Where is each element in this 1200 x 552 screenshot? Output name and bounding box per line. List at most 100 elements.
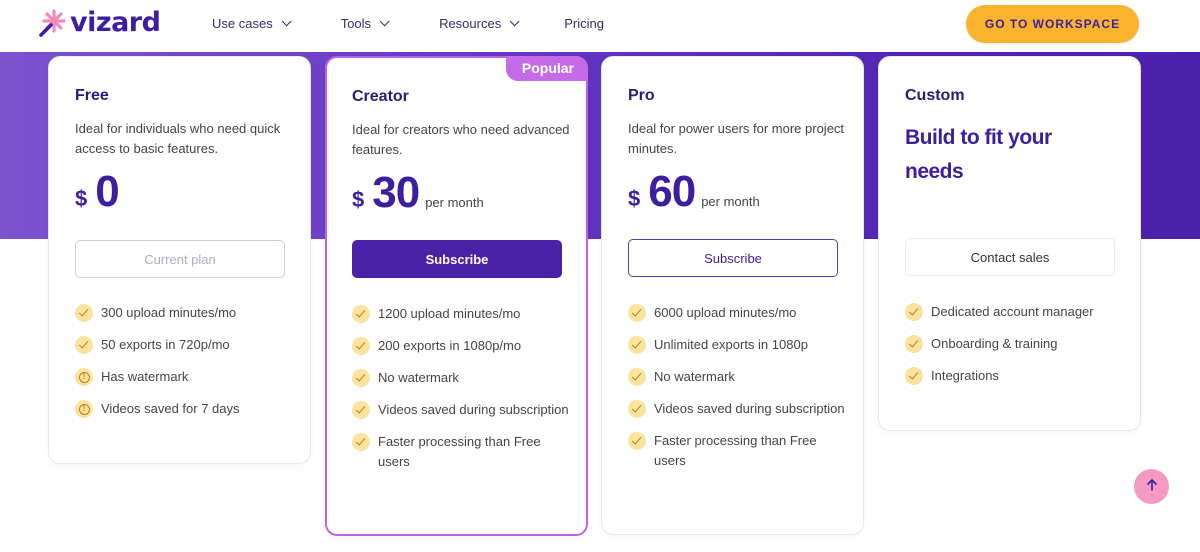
feature-item: Videos saved during subscription <box>628 399 848 419</box>
plan-card-free: Free Ideal for individuals who need quic… <box>48 56 311 464</box>
feature-item: 50 exports in 720p/mo <box>75 335 295 355</box>
plan-card-creator: Popular Creator Ideal for creators who n… <box>325 56 588 536</box>
feature-item: 200 exports in 1080p/mo <box>352 336 572 356</box>
feature-text: Videos saved during subscription <box>654 401 845 416</box>
check-icon <box>905 335 923 353</box>
plan-price: $ 60 per month <box>628 167 760 217</box>
feature-text: Faster processing than Free users <box>654 433 817 468</box>
check-icon <box>905 303 923 321</box>
feature-item: No watermark <box>352 368 572 388</box>
nav-label: Tools <box>340 16 372 31</box>
feature-text: Faster processing than Free users <box>378 434 541 469</box>
plan-description: Ideal for power users for more project m… <box>628 121 845 156</box>
feature-item: Has watermark <box>75 367 295 387</box>
nav-tools[interactable]: Tools <box>340 16 390 31</box>
check-icon <box>352 433 370 451</box>
plan-name: Pro <box>628 87 655 104</box>
feature-text: No watermark <box>378 370 459 385</box>
feature-item: 300 upload minutes/mo <box>75 303 295 323</box>
feature-item: Onboarding & training <box>905 334 1125 354</box>
feature-text: Has watermark <box>101 369 189 384</box>
price-amount: 0 <box>95 167 120 216</box>
scroll-to-top-button[interactable] <box>1134 469 1169 504</box>
nav-label: Pricing <box>564 16 604 31</box>
contact-sales-button[interactable]: Contact sales <box>905 238 1115 276</box>
feature-text: Dedicated account manager <box>931 304 1094 319</box>
feature-text: No watermark <box>654 369 735 384</box>
plan-name: Free <box>75 87 109 104</box>
check-icon <box>628 368 646 386</box>
plan-description: Ideal for individuals who need quick acc… <box>75 121 281 156</box>
feature-item: 1200 upload minutes/mo <box>352 304 572 324</box>
feature-text: 200 exports in 1080p/mo <box>378 338 522 353</box>
price-amount: 30 <box>372 168 420 217</box>
price-period: per month <box>425 195 484 210</box>
feature-item: Unlimited exports in 1080p <box>628 335 848 355</box>
feature-list: 300 upload minutes/mo 50 exports in 720p… <box>75 303 295 431</box>
feature-text: Videos saved for 7 days <box>101 401 240 416</box>
check-icon <box>905 367 923 385</box>
feature-text: Integrations <box>931 368 999 383</box>
feature-text: Onboarding & training <box>931 336 1058 351</box>
check-icon <box>75 304 93 322</box>
check-icon <box>628 304 646 322</box>
plan-card-custom: Custom Build to fit your needs Contact s… <box>878 56 1141 431</box>
check-icon <box>352 305 370 323</box>
feature-item: Faster processing than Free users <box>352 432 572 471</box>
feature-item: Videos saved during subscription <box>352 400 572 420</box>
subscribe-pro-button[interactable]: Subscribe <box>628 239 838 277</box>
check-icon <box>628 336 646 354</box>
feature-item: Faster processing than Free users <box>628 431 848 470</box>
plan-price: $ 30 per month <box>352 168 484 218</box>
chevron-down-icon <box>509 16 520 27</box>
check-icon <box>75 336 93 354</box>
feature-text: 50 exports in 720p/mo <box>101 337 230 352</box>
logo[interactable]: vizard <box>38 7 161 38</box>
warning-icon <box>75 400 93 418</box>
check-icon <box>352 401 370 419</box>
popular-badge: Popular <box>505 56 588 81</box>
plan-description: Ideal for creators who need advanced fea… <box>352 122 570 157</box>
nav-use-cases[interactable]: Use cases <box>212 16 292 31</box>
feature-item: No watermark <box>628 367 848 387</box>
feature-list: 6000 upload minutes/mo Unlimited exports… <box>628 303 848 483</box>
subscribe-creator-button[interactable]: Subscribe <box>352 240 562 278</box>
arrow-up-icon <box>1145 478 1159 495</box>
feature-list: 1200 upload minutes/mo 200 exports in 10… <box>352 304 572 484</box>
feature-list: Dedicated account manager Onboarding & t… <box>905 302 1125 398</box>
plan-card-pro: Pro Ideal for power users for more proje… <box>601 56 864 535</box>
price-period: per month <box>701 194 760 209</box>
feature-item: Videos saved for 7 days <box>75 399 295 419</box>
chevron-down-icon <box>379 16 390 27</box>
wand-sparkle-icon <box>38 8 66 38</box>
current-plan-button[interactable]: Current plan <box>75 240 285 278</box>
nav-pricing[interactable]: Pricing <box>564 16 604 31</box>
nav-resources[interactable]: Resources <box>439 16 520 31</box>
currency-symbol: $ <box>75 186 88 211</box>
feature-text: 6000 upload minutes/mo <box>654 305 797 320</box>
feature-item: Integrations <box>905 366 1125 386</box>
plan-name: Creator <box>352 88 409 105</box>
feature-text: 300 upload minutes/mo <box>101 305 237 320</box>
check-icon <box>352 337 370 355</box>
go-to-workspace-button[interactable]: GO TO WORKSPACE <box>966 5 1139 43</box>
feature-text: 1200 upload minutes/mo <box>378 306 521 321</box>
site-header: vizard Use cases Tools Resources Pricing… <box>0 0 1200 52</box>
chevron-down-icon <box>281 16 292 27</box>
logo-text: vizard <box>70 7 161 38</box>
currency-symbol: $ <box>628 186 641 211</box>
nav-label: Use cases <box>212 16 273 31</box>
custom-headline: Build to fit your needs <box>905 126 1052 183</box>
check-icon <box>628 400 646 418</box>
price-amount: 60 <box>648 167 696 216</box>
feature-item: 6000 upload minutes/mo <box>628 303 848 323</box>
check-icon <box>352 369 370 387</box>
main-nav: Use cases Tools Resources Pricing <box>212 16 604 31</box>
warning-icon <box>75 368 93 386</box>
plan-price: $ 0 <box>75 167 120 217</box>
plan-name: Custom <box>905 87 965 104</box>
feature-text: Unlimited exports in 1080p <box>654 337 808 352</box>
nav-label: Resources <box>439 16 502 31</box>
feature-text: Videos saved during subscription <box>378 402 569 417</box>
currency-symbol: $ <box>352 187 365 212</box>
